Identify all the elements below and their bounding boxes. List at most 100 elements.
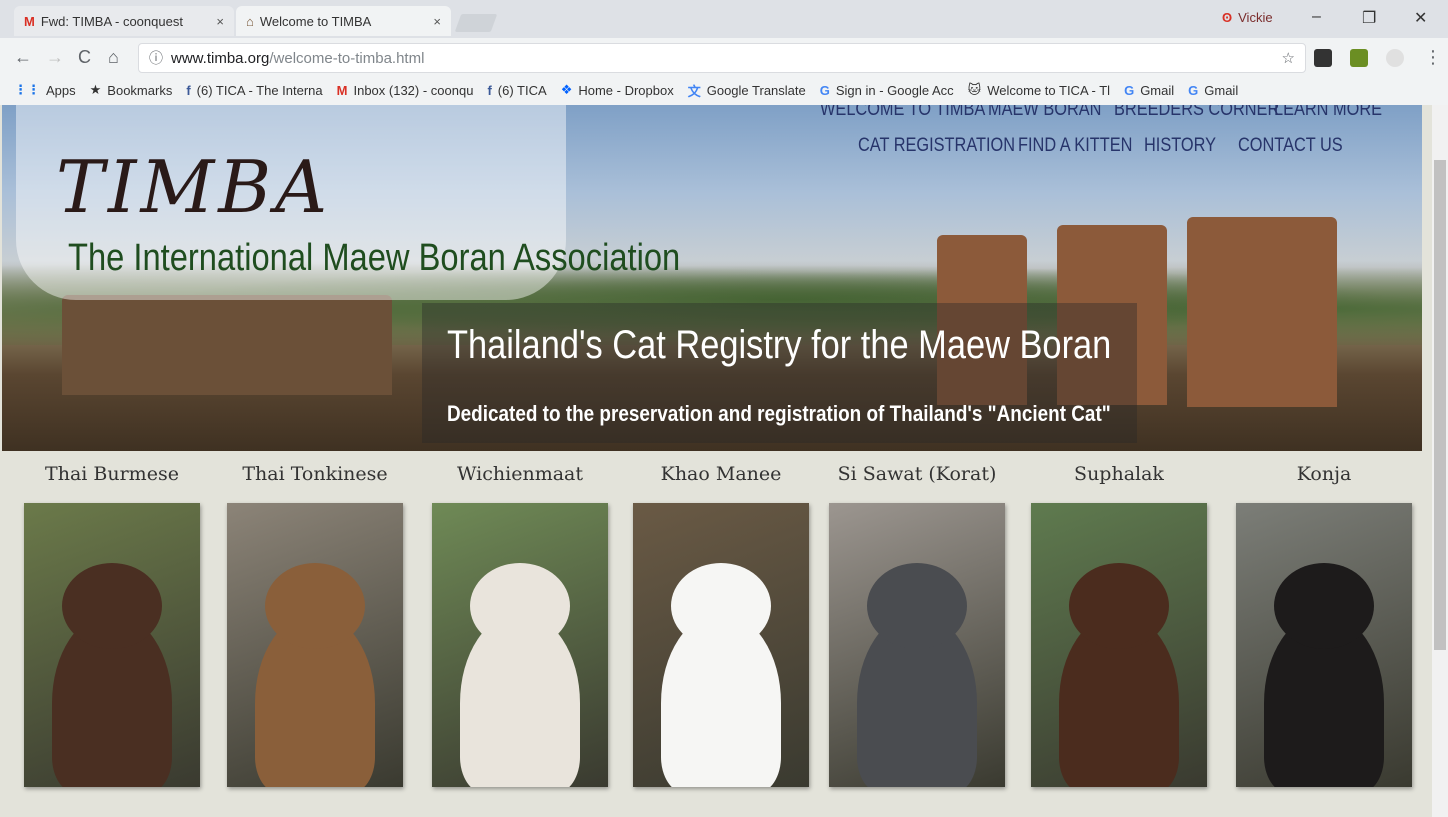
nav-welcome[interactable]: WELCOME TO TIMBA [820, 105, 985, 121]
restore-icon[interactable]: ❐ [1362, 8, 1376, 28]
nav-learn-more[interactable]: LEARN MORE [1274, 105, 1382, 121]
breed-name[interactable]: Si Sawat (Korat) [829, 463, 1005, 485]
close-window-icon[interactable]: ✕ [1414, 8, 1427, 28]
bookmark-item[interactable]: M Inbox (132) - coonqu [337, 83, 474, 98]
tab-title: Welcome to TIMBA [259, 13, 372, 29]
google-icon: G [819, 82, 830, 98]
breed-name[interactable]: Thai Tonkinese [227, 463, 403, 485]
profile-name: Vickie [1238, 10, 1273, 25]
breed-photo[interactable] [24, 503, 200, 787]
breed-photo[interactable] [1236, 503, 1412, 787]
bookmark-item[interactable]: G Gmail [1124, 83, 1174, 98]
minimize-icon[interactable]: – [1312, 8, 1321, 26]
hero-banner: TIMBA The International Maew Boran Assoc… [2, 105, 1422, 451]
extension-icon[interactable] [1350, 49, 1368, 67]
tab-timba[interactable]: ⌂ Welcome to TIMBA × [236, 6, 451, 36]
page-content: TIMBA The International Maew Boran Assoc… [0, 105, 1448, 817]
timba-favicon: ⌂ [246, 13, 254, 29]
bookmark-item[interactable]: ⋮⋮ Apps [14, 82, 76, 98]
back-icon[interactable]: ← [14, 47, 32, 68]
bookmark-label: Welcome to TICA - Tl [987, 82, 1111, 98]
breed-name[interactable]: Khao Manee [633, 463, 809, 485]
bookmark-label: Apps [46, 82, 76, 98]
cat-head-image [867, 563, 967, 649]
bookmark-label: Inbox (132) - coonqu [353, 82, 474, 98]
bookmark-label: Home - Dropbox [578, 82, 674, 98]
bookmark-label: (6) TICA [497, 82, 547, 98]
bookmark-item[interactable]: 🐱 Welcome to TICA - Tl [968, 82, 1110, 98]
translate-icon: 文 [687, 83, 701, 99]
close-tab-icon[interactable]: × [433, 14, 441, 29]
forward-icon[interactable]: → [46, 47, 64, 68]
breed-photo[interactable] [633, 503, 809, 787]
new-tab-button[interactable] [454, 14, 498, 32]
facebook-icon: f [186, 82, 191, 98]
google-icon: G [1124, 82, 1135, 98]
nav-cat-registration[interactable]: CAT REGISTRATION [858, 135, 1015, 157]
reload-icon[interactable]: C [78, 47, 91, 68]
bookmark-item[interactable]: ❖ Home - Dropbox [561, 82, 674, 98]
nav-history[interactable]: HISTORY [1144, 135, 1216, 157]
breed-photo[interactable] [227, 503, 403, 787]
breed-name[interactable]: Thai Burmese [24, 463, 200, 485]
profile-button[interactable]: ʘ Vickie [1222, 10, 1273, 25]
tab-strip: M Fwd: TIMBA - coonquest × ⌂ Welcome to … [0, 0, 1448, 38]
cat-head-image [265, 563, 365, 649]
nav-contact-us[interactable]: CONTACT US [1238, 135, 1343, 157]
breed-name[interactable]: Konja [1236, 463, 1412, 485]
scrollbar-thumb[interactable] [1434, 160, 1446, 650]
profile-icon: ʘ [1222, 10, 1233, 25]
breed-photo[interactable] [432, 503, 608, 787]
cat-head-image [1069, 563, 1169, 649]
breed-gallery: Thai Burmese Thai Tonkinese Wichienmaat Kha… [0, 451, 1422, 817]
bookmark-label: Google Translate [706, 82, 806, 98]
bookmark-label: Bookmarks [107, 82, 173, 98]
bookmark-label: Gmail [1204, 82, 1239, 98]
nav-breeders-corner[interactable]: BREEDERS CORNER [1114, 105, 1279, 121]
close-tab-icon[interactable]: × [216, 14, 224, 29]
info-icon[interactable]: ⓘ [149, 48, 163, 68]
bookmark-item[interactable]: 文 Google Translate [688, 81, 806, 100]
bookmark-item[interactable]: G Sign in - Google Acc [820, 83, 954, 98]
bookmark-label: Gmail [1140, 82, 1175, 98]
toolbar: ← → C ⌂ ⓘ www.timba.org /welcome-to-timb… [0, 38, 1448, 76]
star-icon: ★ [89, 82, 102, 97]
bookmark-item[interactable]: ★ Bookmarks [90, 82, 173, 98]
facebook-icon: f [487, 82, 492, 98]
bookmark-label: Sign in - Google Acc [835, 82, 954, 98]
breed-photo[interactable] [829, 503, 1005, 787]
bookmark-star-icon[interactable]: ☆ [1282, 49, 1295, 67]
temple-image [62, 295, 392, 395]
tab-title: Fwd: TIMBA - coonquest [40, 13, 183, 29]
dropbox-icon: ❖ [560, 82, 573, 97]
bookmark-label: (6) TICA - The Interna [196, 82, 323, 98]
address-bar[interactable]: ⓘ www.timba.org /welcome-to-timba.html ☆ [138, 43, 1306, 73]
home-icon[interactable]: ⌂ [108, 47, 119, 68]
tab-gmail[interactable]: M Fwd: TIMBA - coonquest × [14, 6, 234, 36]
bookmarks-bar: ⋮⋮ Apps ★ Bookmarks f (6) TICA - The Interna M… [0, 76, 1448, 104]
nav-find-a-kitten[interactable]: FIND A KITTEN [1018, 135, 1132, 157]
bookmark-item[interactable]: f (6) TICA - The Interna [186, 83, 322, 98]
breed-photo[interactable] [1031, 503, 1207, 787]
google-icon: G [1188, 82, 1199, 98]
breed-name[interactable]: Wichienmaat [432, 463, 608, 485]
cat-head-image [470, 563, 570, 649]
association-name: The International Maew Boran Association [68, 237, 681, 279]
extension-icon[interactable] [1386, 49, 1404, 67]
cat-head-image [1274, 563, 1374, 649]
temple-image [1187, 217, 1337, 407]
site-logo[interactable]: TIMBA [56, 145, 331, 229]
bookmark-item[interactable]: f (6) TICA [487, 83, 546, 98]
breed-name[interactable]: Suphalak [1031, 463, 1207, 485]
menu-icon[interactable]: ⋮ [1424, 47, 1442, 68]
bookmark-item[interactable]: G Gmail [1188, 83, 1238, 98]
url-host: www.timba.org [171, 49, 270, 67]
cat-head-image [671, 563, 771, 649]
cat-head-image [62, 563, 162, 649]
tagline: Thailand's Cat Registry for the Maew Bor… [447, 323, 1112, 367]
apps-grid-icon: ⋮⋮ [14, 82, 40, 97]
cat-icon: 🐱 [967, 82, 982, 97]
extension-icon[interactable] [1314, 49, 1332, 67]
url-path: /welcome-to-timba.html [269, 49, 425, 67]
nav-maew-boran[interactable]: MAEW BORAN [988, 105, 1101, 121]
